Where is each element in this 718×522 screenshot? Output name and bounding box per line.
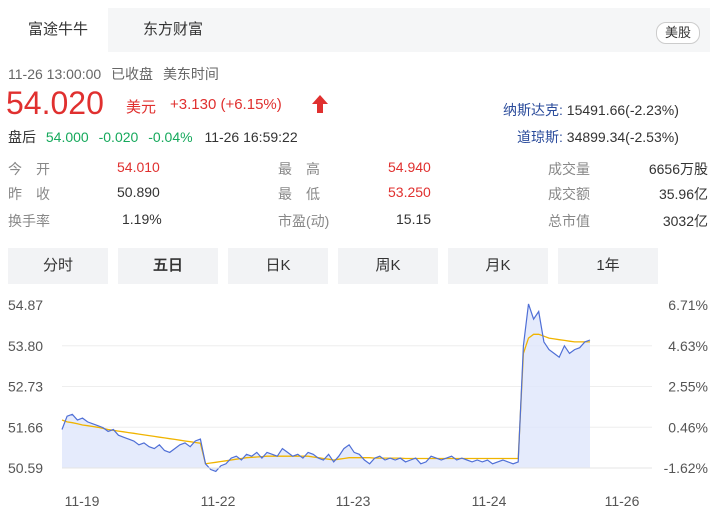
x-tick-label: 11-24 bbox=[472, 493, 507, 509]
x-tick-label: 11-19 bbox=[65, 493, 100, 509]
index-nasdaq[interactable]: 纳斯达克: 15491.66(-2.23%) bbox=[503, 100, 679, 120]
stat-pe-label: 市盈(动) bbox=[278, 213, 330, 229]
price-change: +3.130 (+6.15%) bbox=[170, 96, 282, 113]
y-left-tick-label: 51.66 bbox=[8, 419, 43, 435]
after-hours-time: 11-26 16:59:22 bbox=[204, 129, 298, 145]
index-name: 道琼斯: bbox=[517, 129, 563, 145]
stat-volume-value: 6656万股 bbox=[648, 161, 708, 177]
market-badge[interactable]: 美股 bbox=[655, 22, 700, 44]
after-hours-price: 54.000 bbox=[45, 129, 89, 145]
tab-futu[interactable]: 富途牛牛 bbox=[8, 8, 108, 52]
stat-pe-value: 15.15 bbox=[396, 211, 432, 227]
index-dow[interactable]: 道琼斯: 34899.34(-2.53%) bbox=[517, 127, 679, 147]
stat-prevclose-value: 50.890 bbox=[117, 184, 160, 200]
period-weekly-k-button[interactable]: 周K bbox=[338, 248, 438, 284]
period-5day-button[interactable]: 五日 bbox=[118, 248, 218, 284]
status-time: 11-26 13:00:00 bbox=[8, 66, 102, 82]
after-hours-pct: -0.04% bbox=[148, 129, 193, 145]
y-right-tick-label: -1.62% bbox=[664, 460, 708, 476]
after-hours-change: -0.020 bbox=[98, 129, 139, 145]
y-right-tick-label: 2.55% bbox=[668, 379, 708, 395]
status-state: 已收盘 bbox=[111, 66, 154, 82]
y-left-tick-label: 50.59 bbox=[8, 460, 43, 476]
stat-marketcap-label: 总市值 bbox=[548, 213, 590, 229]
period-monthly-k-button[interactable]: 月K bbox=[448, 248, 548, 284]
up-arrow-icon bbox=[312, 95, 328, 113]
period-bar: 分时 五日 日K 周K 月K 1年 bbox=[8, 248, 710, 284]
index-value: 34899.34(-2.53%) bbox=[566, 129, 679, 145]
stat-low-label: 最 低 bbox=[278, 186, 320, 202]
period-daily-k-button[interactable]: 日K bbox=[228, 248, 328, 284]
after-hours-row: 盘后 54.000 -0.020 -0.04% 11-26 16:59:22 bbox=[8, 127, 298, 147]
stat-high-label: 最 高 bbox=[278, 161, 320, 177]
current-price: 54.020 bbox=[6, 85, 104, 121]
x-tick-label: 11-22 bbox=[201, 493, 236, 509]
period-1year-button[interactable]: 1年 bbox=[558, 248, 658, 284]
stat-turnover-value: 35.96亿 bbox=[658, 186, 708, 202]
y-left-tick-label: 54.87 bbox=[8, 297, 43, 313]
stat-turnrate-label: 换手率 bbox=[8, 213, 50, 229]
stat-marketcap-value: 3032亿 bbox=[662, 213, 708, 229]
status-timezone: 美东时间 bbox=[162, 66, 219, 82]
period-intraday-button[interactable]: 分时 bbox=[8, 248, 108, 284]
stat-low-value: 53.250 bbox=[388, 184, 431, 200]
y-left-tick-label: 52.73 bbox=[8, 379, 43, 395]
five-day-chart[interactable]: 54.87 6.71% 53.80 4.63% 52.73 2.55% 51.66 0.46%… bbox=[0, 292, 718, 522]
price-area bbox=[62, 303, 590, 472]
y-left-tick-label: 53.80 bbox=[8, 338, 43, 354]
index-value: 15491.66(-2.23%) bbox=[566, 102, 679, 118]
stat-volume-label: 成交量 bbox=[548, 161, 590, 177]
x-tick-label: 11-23 bbox=[336, 493, 371, 509]
x-tick-label: 11-26 bbox=[605, 493, 640, 509]
source-tabs: 富途牛牛 东方财富 美股 bbox=[8, 8, 710, 52]
stat-high-value: 54.940 bbox=[388, 159, 431, 175]
stat-turnrate-value: 1.19% bbox=[122, 211, 162, 227]
y-right-tick-label: 6.71% bbox=[668, 297, 708, 313]
stat-open-value: 54.010 bbox=[117, 159, 160, 175]
price-currency: 美元 bbox=[126, 99, 157, 116]
after-hours-label: 盘后 bbox=[8, 129, 36, 145]
stat-open-label: 今 开 bbox=[8, 161, 50, 177]
stat-turnover-label: 成交额 bbox=[548, 186, 590, 202]
tab-eastmoney[interactable]: 东方财富 bbox=[118, 8, 228, 52]
y-right-tick-label: 0.46% bbox=[668, 419, 708, 435]
y-right-tick-label: 4.63% bbox=[668, 338, 708, 354]
stat-prevclose-label: 昨 收 bbox=[8, 186, 50, 202]
index-name: 纳斯达克: bbox=[503, 102, 563, 118]
status-line: 11-26 13:00:00 已收盘 美东时间 bbox=[8, 64, 219, 84]
